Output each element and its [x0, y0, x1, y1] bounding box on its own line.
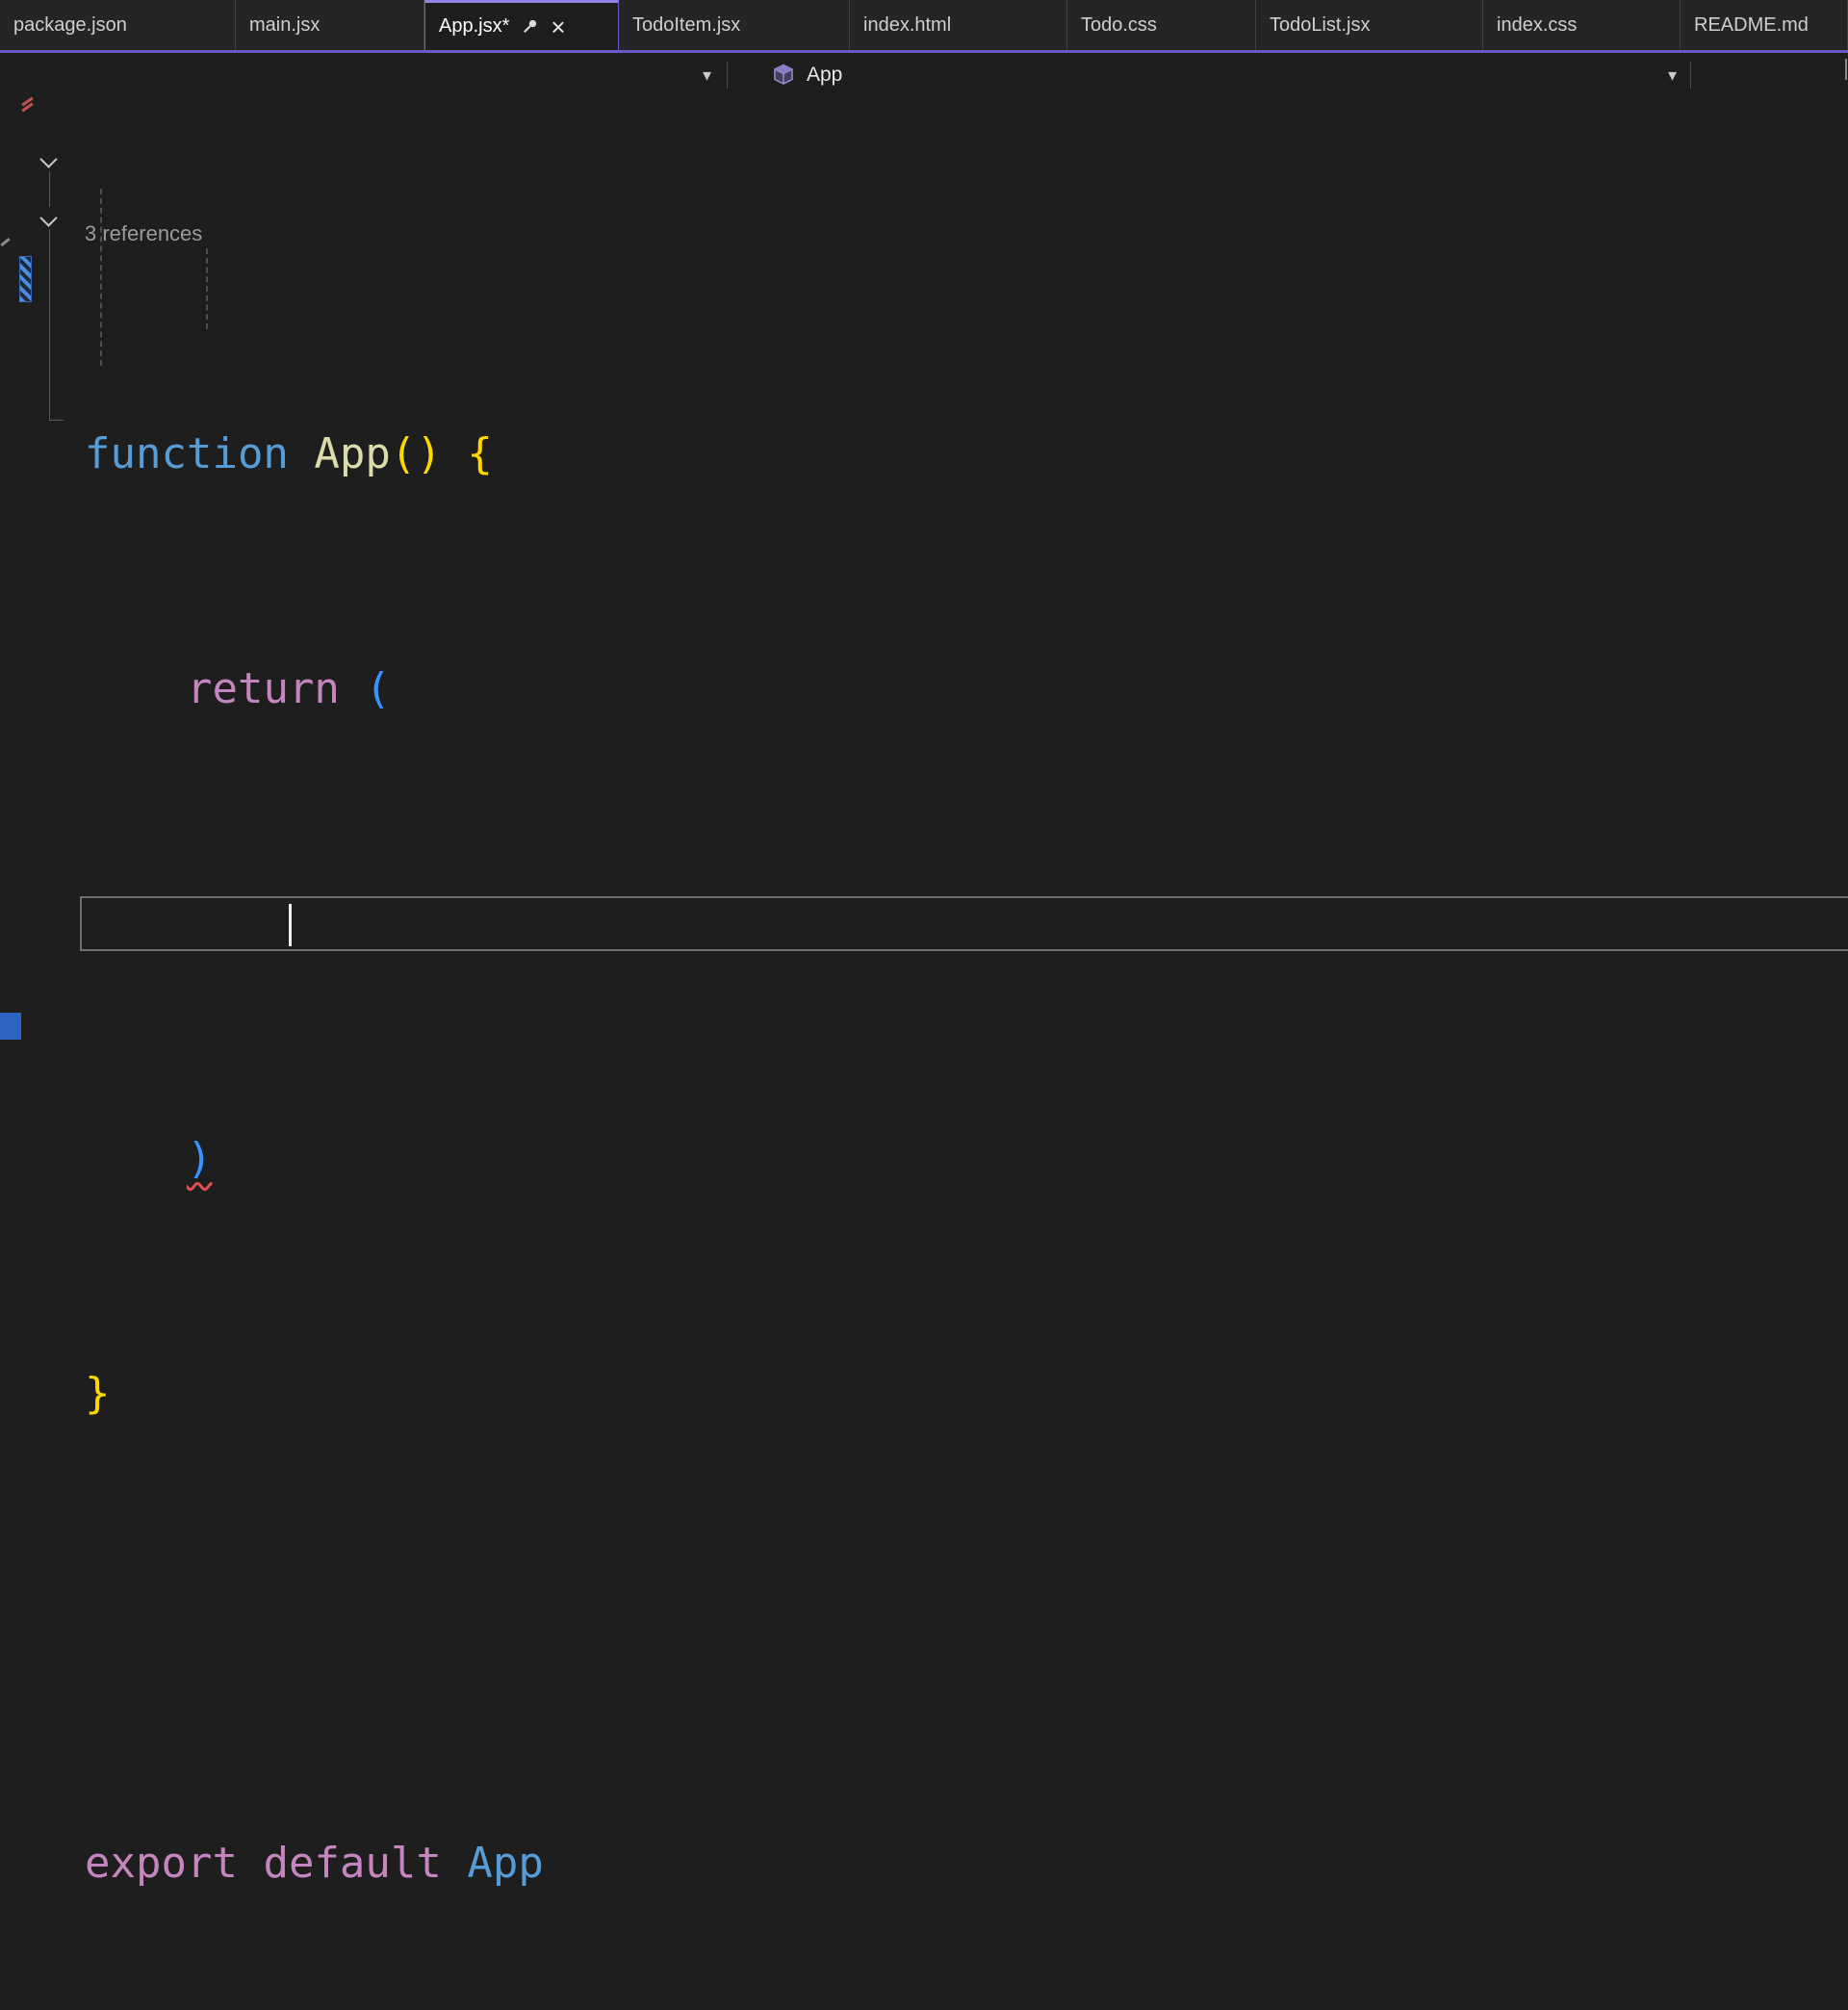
tab-index-css[interactable]: index.css — [1483, 0, 1681, 50]
tab-main-jsx[interactable]: main.jsx — [236, 0, 424, 50]
chevron-down-icon: ▾ — [1667, 64, 1677, 85]
tab-todo-css[interactable]: Todo.css — [1067, 0, 1256, 50]
keyword-default: default — [263, 1839, 442, 1888]
tab-label: README.md — [1694, 13, 1809, 36]
project-dropdown[interactable]: ▾ — [0, 53, 727, 96]
code-line-7: export default App — [0, 1834, 1848, 1893]
scrollbar-top-sliver — [1845, 59, 1847, 80]
scope-label: App — [807, 63, 843, 86]
pin-icon[interactable] — [521, 17, 539, 36]
keyword-function: function — [85, 429, 289, 478]
tab-label: TodoItem.jsx — [632, 13, 741, 36]
tab-label: index.html — [863, 13, 952, 36]
keyword-export: export — [85, 1839, 238, 1888]
tab-label: TodoList.jsx — [1270, 13, 1371, 36]
tab-package-json[interactable]: package.json — [0, 0, 236, 50]
open-paren: ( — [365, 664, 391, 713]
close-icon[interactable]: × — [551, 14, 565, 39]
code-line-4: ) — [0, 1129, 1848, 1188]
tab-label: index.css — [1497, 13, 1578, 36]
scope-dropdown[interactable]: App ▾ — [728, 53, 1690, 96]
tab-app-jsx[interactable]: App.jsx* × — [424, 0, 619, 50]
identifier-app: App — [467, 1839, 544, 1888]
close-paren-error: ) — [186, 1134, 213, 1183]
code-editor[interactable]: 3 references function App() { return ( )… — [0, 96, 1848, 1888]
close-brace: } — [85, 1369, 111, 1418]
code-line-5: } — [0, 1364, 1848, 1423]
code-line-6-blank — [0, 1599, 1848, 1658]
navigation-bar: ▾ App ▾ — [0, 53, 1848, 96]
open-brace: { — [467, 429, 493, 478]
text-cursor — [288, 904, 292, 946]
code-line-2: return ( — [0, 659, 1848, 718]
navbar-divider — [1690, 61, 1691, 89]
tab-index-html[interactable]: index.html — [850, 0, 1067, 50]
chevron-down-icon: ▾ — [702, 64, 711, 85]
editor-tab-bar: package.json main.jsx App.jsx* × TodoIte… — [0, 0, 1848, 53]
tab-readme-md[interactable]: README.md — [1681, 0, 1848, 50]
current-line — [0, 894, 1848, 953]
tab-todolist-jsx[interactable]: TodoList.jsx — [1256, 0, 1483, 50]
tab-todoitem-jsx[interactable]: TodoItem.jsx — [619, 0, 850, 50]
codelens-references[interactable]: 3 references — [0, 219, 1848, 248]
code-line-1: function App() { — [0, 425, 1848, 483]
function-name: App — [314, 429, 391, 478]
code-area: 3 references function App() { return ( )… — [0, 96, 1848, 2010]
class-cube-icon — [772, 64, 795, 87]
tab-label: main.jsx — [249, 13, 321, 36]
status-bar-corner — [0, 1013, 21, 1040]
tab-label: App.jsx* — [439, 15, 510, 37]
paren-pair: () — [390, 429, 442, 478]
keyword-return: return — [186, 664, 340, 713]
tab-label: Todo.css — [1081, 13, 1157, 36]
tab-label: package.json — [13, 13, 127, 36]
